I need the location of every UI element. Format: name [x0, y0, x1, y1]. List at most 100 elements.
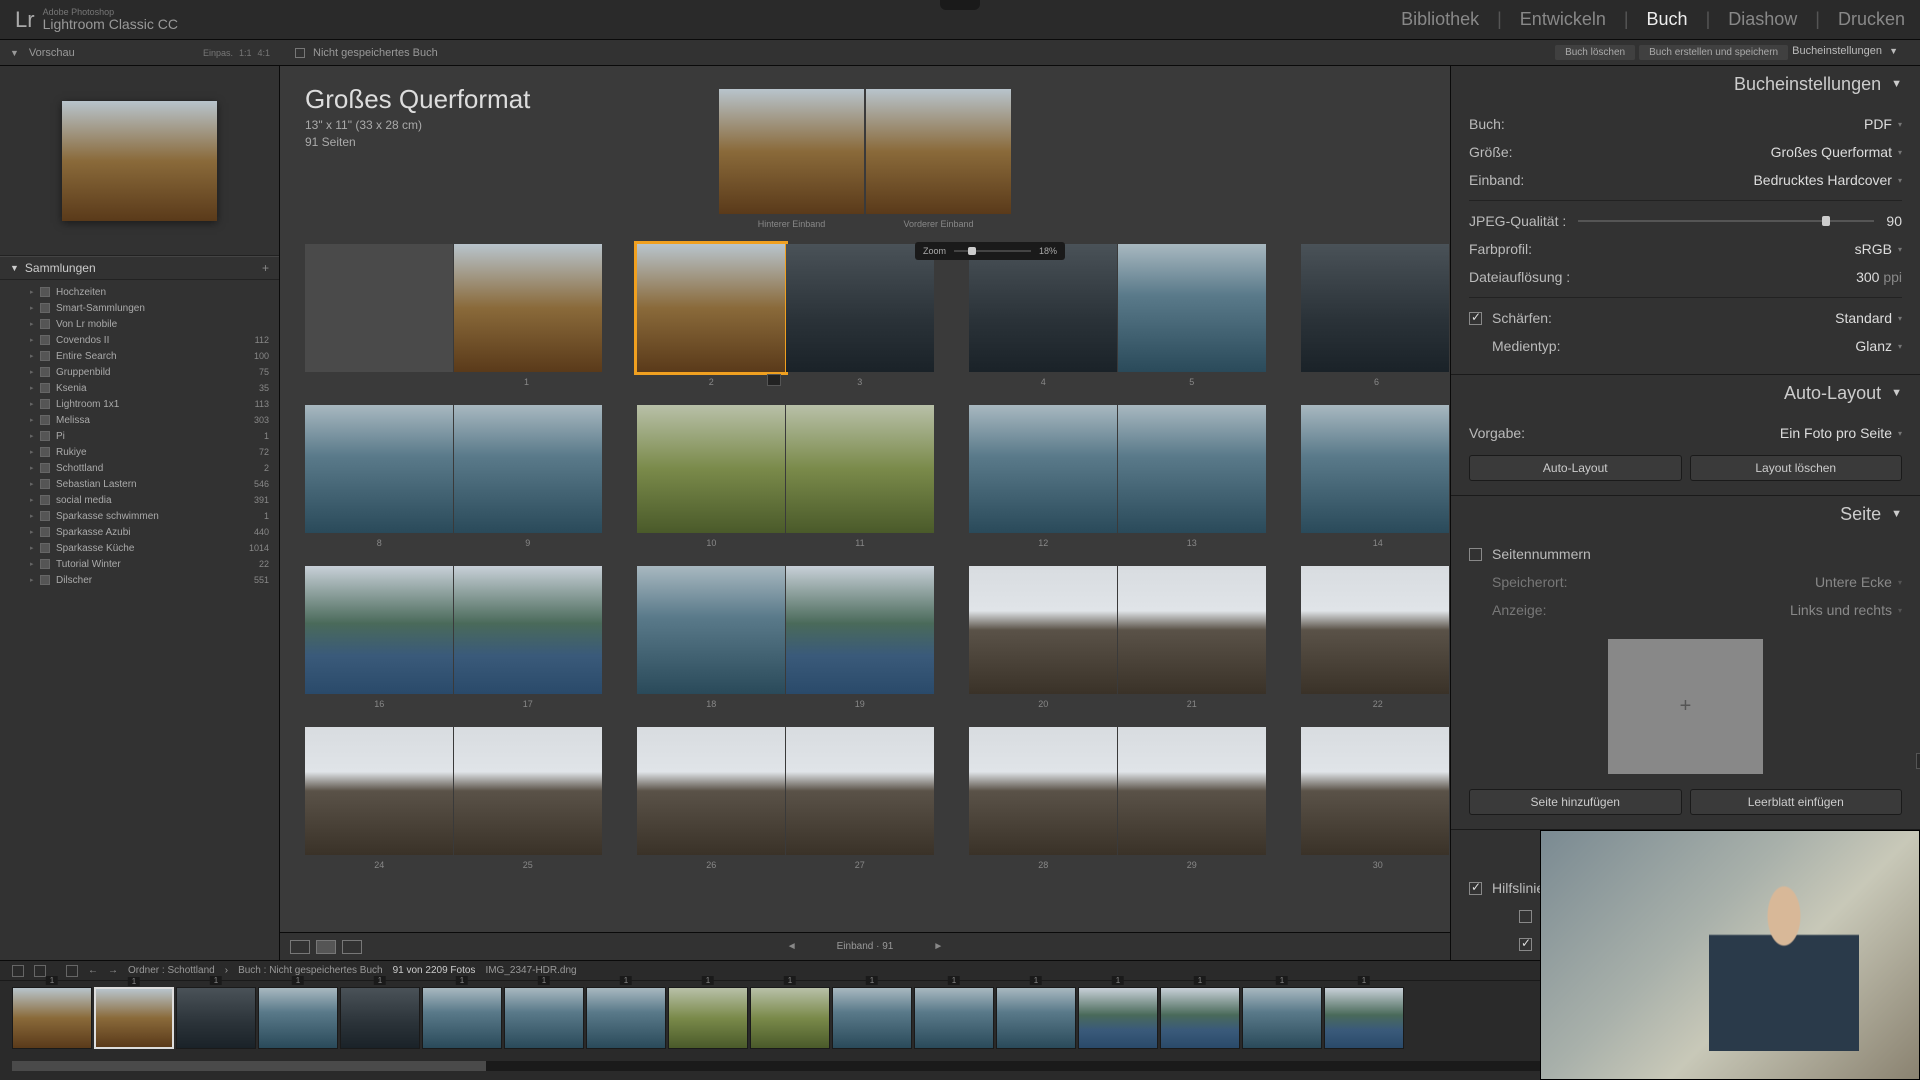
grid-icon[interactable] — [66, 965, 78, 977]
profile-value[interactable]: sRGB — [1855, 241, 1892, 257]
single-view-icon[interactable] — [342, 940, 362, 954]
filmstrip-thumb[interactable] — [668, 987, 748, 1049]
preview-thumbnail[interactable] — [62, 101, 217, 221]
collection-item[interactable]: ▸social media391 — [0, 492, 279, 508]
module-develop[interactable]: Entwickeln — [1520, 9, 1606, 30]
collection-item[interactable]: ▸Dilscher551 — [0, 572, 279, 588]
jpeg-slider[interactable] — [1578, 220, 1874, 222]
forward-arrow-icon[interactable]: → — [108, 965, 118, 976]
page-spread[interactable]: 22 — [1301, 566, 1450, 709]
book-page[interactable] — [454, 244, 602, 372]
collection-item[interactable]: ▸Gruppenbild75 — [0, 364, 279, 380]
book-page[interactable] — [305, 405, 453, 533]
book-page[interactable] — [1301, 405, 1449, 533]
page-spread[interactable]: 45 — [969, 244, 1266, 387]
page-spread[interactable]: 89 — [305, 405, 602, 548]
book-path[interactable]: Buch : Nicht gespeichertes Buch — [238, 965, 383, 976]
main-window-icon[interactable] — [12, 965, 24, 977]
module-library[interactable]: Bibliothek — [1401, 9, 1479, 30]
filmstrip-thumb[interactable] — [1324, 987, 1404, 1049]
cover-value[interactable]: Bedrucktes Hardcover — [1753, 172, 1892, 188]
folder-path[interactable]: Ordner : Schottland — [128, 965, 215, 976]
filmstrip-thumb[interactable] — [1078, 987, 1158, 1049]
page-spread[interactable]: 2627 — [637, 727, 934, 870]
collections-header[interactable]: ▼ Sammlungen + — [0, 256, 279, 280]
filmstrip-thumb[interactable] — [832, 987, 912, 1049]
collection-item[interactable]: ▸Smart-Sammlungen — [0, 300, 279, 316]
filmstrip-thumb[interactable] — [586, 987, 666, 1049]
book-settings-label[interactable]: Bucheinstellungen — [1792, 45, 1882, 57]
page-spread[interactable]: 1819 — [637, 566, 934, 709]
filmstrip-thumb[interactable] — [94, 987, 174, 1049]
book-page[interactable] — [1118, 727, 1266, 855]
book-page[interactable] — [1118, 244, 1266, 372]
book-page[interactable] — [786, 405, 934, 533]
page-spread[interactable]: 2829 — [969, 727, 1266, 870]
book-page[interactable] — [1301, 244, 1449, 372]
filmstrip-thumb[interactable] — [1160, 987, 1240, 1049]
collection-item[interactable]: ▸Schottland2 — [0, 460, 279, 476]
book-page[interactable] — [1118, 566, 1266, 694]
media-value[interactable]: Glanz — [1855, 338, 1892, 354]
page-spread[interactable]: 1213 — [969, 405, 1266, 548]
resolution-value[interactable]: 300 — [1856, 269, 1879, 285]
book-page[interactable] — [305, 727, 453, 855]
zoom-slider[interactable] — [954, 250, 1031, 252]
filmstrip-thumb[interactable] — [1242, 987, 1322, 1049]
book-page-selected[interactable] — [637, 244, 785, 372]
page-spread[interactable]: 1011 — [637, 405, 934, 548]
collection-item[interactable]: ▸Sparkasse Azubi440 — [0, 524, 279, 540]
jpeg-value[interactable]: 90 — [1886, 213, 1902, 229]
next-page-button[interactable]: ► — [933, 941, 943, 952]
book-page[interactable] — [454, 566, 602, 694]
collection-item[interactable]: ▸Tutorial Winter22 — [0, 556, 279, 572]
sharpen-checkbox[interactable] — [1469, 312, 1482, 325]
book-page[interactable] — [637, 405, 785, 533]
book-page[interactable] — [454, 727, 602, 855]
collection-item[interactable]: ▸Sparkasse schwimmen1 — [0, 508, 279, 524]
filmstrip-thumb[interactable] — [750, 987, 830, 1049]
sharpen-value[interactable]: Standard — [1835, 310, 1892, 326]
book-page[interactable] — [969, 566, 1117, 694]
filmstrip-thumb[interactable] — [422, 987, 502, 1049]
front-cover[interactable]: Vorderer Einband — [866, 89, 1011, 229]
filmstrip-thumb[interactable] — [176, 987, 256, 1049]
filmstrip-thumb[interactable] — [340, 987, 420, 1049]
book-page[interactable] — [786, 727, 934, 855]
ratio-1-1[interactable]: 1:1 — [239, 48, 252, 58]
opt2-checkbox[interactable] — [1519, 938, 1532, 951]
opt1-checkbox[interactable] — [1519, 910, 1532, 923]
collection-item[interactable]: ▸Lightroom 1x1113 — [0, 396, 279, 412]
back-cover[interactable]: Hinterer Einband — [719, 89, 864, 229]
clear-book-button[interactable]: Buch löschen — [1555, 45, 1635, 60]
autolayout-header[interactable]: Auto-Layout▼ — [1451, 375, 1920, 411]
page-spread[interactable]: 23 — [637, 244, 934, 387]
size-value[interactable]: Großes Querformat — [1771, 144, 1892, 160]
add-collection-button[interactable]: + — [262, 261, 269, 275]
fit-option[interactable]: Einpas. — [203, 48, 233, 58]
collection-item[interactable]: ▸Entire Search100 — [0, 348, 279, 364]
module-book[interactable]: Buch — [1647, 9, 1688, 30]
second-window-icon[interactable] — [34, 965, 46, 977]
filmstrip-thumb[interactable] — [914, 987, 994, 1049]
create-book-button[interactable]: Buch erstellen und speichern — [1639, 45, 1788, 60]
page-spread[interactable]: 2021 — [969, 566, 1266, 709]
add-blank-button[interactable]: Leerblatt einfügen — [1690, 789, 1903, 815]
blank-page[interactable] — [305, 244, 453, 372]
collection-item[interactable]: ▸Rukiye72 — [0, 444, 279, 460]
page-spread[interactable]: 2425 — [305, 727, 602, 870]
book-page[interactable] — [1301, 566, 1449, 694]
collection-item[interactable]: ▸Sparkasse Küche1014 — [0, 540, 279, 556]
page-spread[interactable]: 14 — [1301, 405, 1450, 548]
book-page[interactable] — [1301, 727, 1449, 855]
filmstrip-thumb[interactable] — [504, 987, 584, 1049]
book-page[interactable] — [454, 405, 602, 533]
collection-item[interactable]: ▸Covendos II112 — [0, 332, 279, 348]
top-notch-icon[interactable] — [940, 0, 980, 10]
filmstrip-thumb[interactable] — [996, 987, 1076, 1049]
book-type-value[interactable]: PDF — [1864, 116, 1892, 132]
book-page[interactable] — [637, 727, 785, 855]
book-page[interactable] — [1118, 405, 1266, 533]
book-page[interactable] — [637, 566, 785, 694]
collection-item[interactable]: ▸Von Lr mobile — [0, 316, 279, 332]
